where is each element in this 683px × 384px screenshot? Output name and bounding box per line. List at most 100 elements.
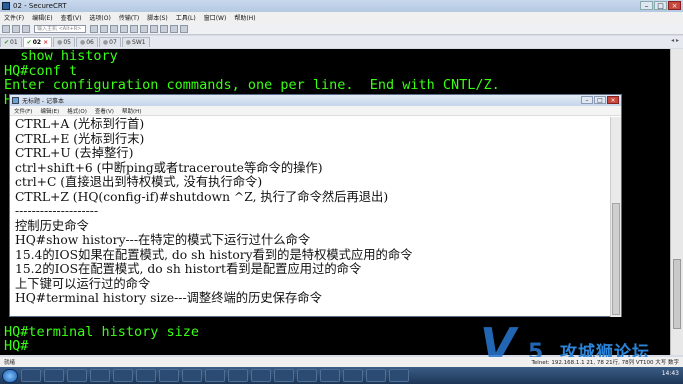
notepad-line: ctrl+C (直接退出到特权模式, 没有执行命令) — [15, 175, 263, 189]
menu-file[interactable]: 文件(F) — [0, 13, 28, 22]
settings-icon[interactable] — [150, 24, 158, 33]
notepad-text-area[interactable]: CTRL+A (光标到行首) CTRL+E (光标到行末) CTRL+U (去掉整行… — [10, 117, 611, 317]
menu-view[interactable]: 查看(V) — [57, 13, 86, 22]
sftp-icon[interactable] — [160, 24, 168, 33]
notepad-menu-file[interactable]: 文件(F) — [10, 107, 36, 115]
taskbar-app-icon[interactable] — [320, 369, 340, 382]
taskbar-app-icon[interactable] — [90, 369, 110, 382]
menu-transfer[interactable]: 传输(T) — [115, 13, 143, 22]
tab-02[interactable]: ✔ 02 × — [22, 37, 53, 47]
help-icon[interactable] — [180, 24, 188, 33]
menu-tools[interactable]: 工具(L) — [172, 13, 200, 22]
notepad-window[interactable]: 无标题 - 记事本 – □ × 文件(F) 编辑(E) 格式(O) 查看(V) … — [9, 94, 622, 317]
menu-script[interactable]: 脚本(S) — [143, 13, 172, 22]
notepad-scrollbar[interactable] — [610, 117, 621, 317]
paste-icon[interactable] — [120, 24, 128, 33]
taskbar-app-icon[interactable] — [343, 369, 363, 382]
taskbar-app-icon[interactable] — [366, 369, 386, 382]
taskbar-clock[interactable]: 14:43 — [662, 370, 679, 377]
taskbar-app-icon[interactable] — [21, 369, 41, 382]
notepad-close-button[interactable]: × — [607, 96, 619, 104]
notepad-controls: – □ × — [581, 96, 619, 104]
notepad-line: 15.2的IOS在配置模式, do sh histort看到是配置应用过的命令 — [15, 262, 362, 276]
taskbar-app-icon[interactable] — [159, 369, 179, 382]
notepad-menu-help[interactable]: 帮助(H) — [118, 107, 145, 115]
tab-label: 02 — [32, 39, 42, 46]
status-bar: 就绪 Telnet: 192.168.1.1 21, 78 21行, 78列 V… — [0, 357, 683, 367]
disconnected-icon: ● — [79, 39, 86, 46]
print-icon[interactable] — [140, 24, 148, 33]
notepad-line: CTRL+U (去掉整行) — [15, 146, 134, 160]
close-tab-icon[interactable]: × — [43, 39, 48, 46]
window-titlebar: 02 - SecureCRT – □ × — [0, 0, 683, 12]
taskbar-app-icon[interactable] — [228, 369, 248, 382]
minimize-button[interactable]: – — [640, 1, 653, 10]
app-icon — [2, 2, 10, 10]
taskbar-app-icon[interactable] — [205, 369, 225, 382]
notepad-line: CTRL+A (光标到行首) — [15, 117, 145, 131]
notepad-line: ctrl+shift+6 (中断ping或者traceroute等命令的操作) — [15, 160, 323, 175]
notepad-menu-view[interactable]: 查看(V) — [91, 107, 118, 115]
tab-05[interactable]: ● 05 — [53, 37, 75, 47]
notepad-line: CTRL+Z (HQ(config-if)#shutdown ^Z, 执行了命令… — [15, 189, 389, 204]
taskbar-app-icon[interactable] — [136, 369, 156, 382]
notepad-icon — [12, 97, 19, 104]
menu-edit[interactable]: 编辑(E) — [28, 13, 56, 22]
host-input[interactable]: 输入主机 <Alt+R> — [34, 24, 86, 33]
taskbar-app-icon[interactable] — [113, 369, 133, 382]
notepad-menu-edit[interactable]: 编辑(E) — [36, 107, 63, 115]
terminal-line: HQ#conf t — [4, 62, 78, 79]
notepad-titlebar: 无标题 - 记事本 – □ × — [10, 95, 621, 106]
menu-window[interactable]: 窗口(W) — [200, 13, 231, 22]
taskbar-app-icon[interactable] — [182, 369, 202, 382]
tab-01[interactable]: ✔ 01 — [0, 37, 22, 47]
notepad-menu-format[interactable]: 格式(O) — [63, 107, 91, 115]
notepad-line: 上下键可以运行过的命令 — [15, 276, 151, 291]
tab-label: 06 — [86, 39, 94, 46]
notepad-minimize-button[interactable]: – — [581, 96, 593, 104]
menu-help[interactable]: 帮助(H) — [230, 13, 259, 22]
terminal-line: show history — [4, 49, 118, 64]
copy-icon[interactable] — [110, 24, 118, 33]
maximize-button[interactable]: □ — [654, 1, 667, 10]
tab-scroll-arrows-icon[interactable]: ◂ ▸ — [671, 37, 679, 44]
taskbar-app-icon[interactable] — [297, 369, 317, 382]
connect-in-tab-icon[interactable] — [22, 24, 30, 33]
disconnect-icon[interactable] — [100, 24, 108, 33]
taskbar-app-icon[interactable] — [44, 369, 64, 382]
notepad-scrollbar-thumb[interactable] — [612, 203, 620, 315]
notepad-line: CTRL+E (光标到行末) — [15, 131, 145, 146]
taskbar-app-icon[interactable] — [274, 369, 294, 382]
taskbar-app-icon[interactable] — [389, 369, 409, 382]
notepad-line: 15.4的IOS如果在配置模式, do sh history看到的是特权模式应用… — [15, 247, 413, 262]
notepad-maximize-button[interactable]: □ — [594, 96, 606, 104]
tab-07[interactable]: ● 07 — [98, 37, 121, 47]
notepad-line: HQ#show history---在特定的模式下运行过什么命令 — [15, 233, 311, 247]
notepad-line: -------------------- — [15, 204, 99, 218]
toolbar: 输入主机 <Alt+R> — [0, 23, 683, 35]
close-button[interactable]: × — [668, 1, 681, 10]
connect-icon[interactable] — [2, 24, 10, 33]
tab-label: 05 — [63, 39, 71, 46]
tab-label: 01 — [10, 39, 18, 46]
tab-sw1[interactable]: ● SW1 — [121, 37, 150, 47]
menubar: 文件(F) 编辑(E) 查看(V) 选项(O) 传输(T) 脚本(S) 工具(L… — [0, 12, 683, 23]
taskbar-app-icon[interactable] — [67, 369, 87, 382]
notepad-line: 控制历史命令 — [15, 218, 89, 233]
terminal-line: Enter configuration commands, one per li… — [4, 77, 500, 93]
reconnect-icon[interactable] — [90, 24, 98, 33]
window-title: 02 - SecureCRT — [13, 2, 67, 10]
quick-connect-icon[interactable] — [12, 24, 20, 33]
find-icon[interactable] — [130, 24, 138, 33]
connected-icon: ✔ — [26, 39, 32, 46]
disconnected-icon: ● — [125, 39, 132, 46]
start-button-icon[interactable] — [2, 368, 18, 383]
scrollbar-thumb[interactable] — [673, 259, 681, 329]
taskbar-app-icon[interactable] — [251, 369, 271, 382]
notepad-line: HQ#terminal history size---调整终端的历史保存命令 — [15, 291, 322, 305]
menu-options[interactable]: 选项(O) — [85, 13, 114, 22]
terminal-scrollbar[interactable] — [670, 49, 683, 355]
terminal-line: HQ# — [4, 338, 29, 354]
tab-06[interactable]: ● 06 — [75, 37, 98, 47]
keymap-icon[interactable] — [170, 24, 178, 33]
